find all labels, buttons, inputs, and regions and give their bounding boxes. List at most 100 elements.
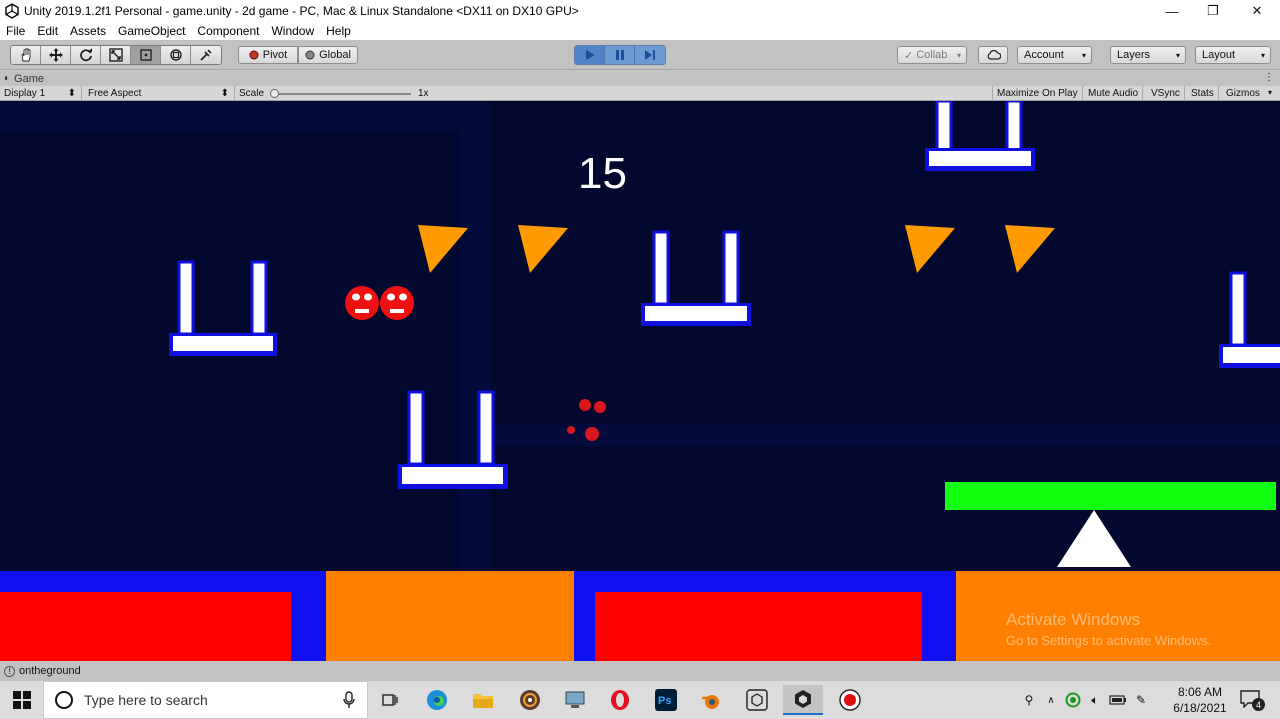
- account-dropdown[interactable]: Account ▾: [1017, 46, 1092, 64]
- clock[interactable]: 8:06 AM 6/18/2021: [1168, 684, 1232, 716]
- battery-icon[interactable]: [1109, 695, 1127, 705]
- task-view-button[interactable]: [370, 685, 410, 715]
- scale-tool-button[interactable]: [101, 46, 131, 64]
- task-view-icon: [382, 694, 398, 706]
- rect-transform-icon: [139, 49, 152, 61]
- collab-dropdown[interactable]: ✓ Collab ▾: [897, 46, 967, 64]
- tab-menu-icon[interactable]: ⋮: [1264, 72, 1274, 83]
- recorder-app[interactable]: [830, 685, 870, 715]
- chevron-up-icon[interactable]: ∧: [1040, 695, 1062, 706]
- menu-assets[interactable]: Assets: [64, 24, 112, 38]
- play-controls: [574, 45, 666, 65]
- hand-icon: [21, 48, 30, 62]
- menu-bar: File Edit Assets GameObject Component Wi…: [0, 22, 1280, 40]
- unity-icon: [795, 690, 811, 708]
- chevron-updown-icon: ⬍: [67, 88, 76, 99]
- opera-app[interactable]: [600, 685, 640, 715]
- display-dropdown[interactable]: Display 1 ⬍: [0, 86, 82, 101]
- step-button[interactable]: [635, 46, 665, 64]
- unity-app[interactable]: [783, 685, 823, 715]
- move-tool-button[interactable]: [41, 46, 71, 64]
- microphone-icon[interactable]: [343, 691, 355, 709]
- start-button[interactable]: [2, 685, 42, 715]
- transform-all-tool-button[interactable]: [161, 46, 191, 64]
- blender-app[interactable]: [691, 685, 731, 715]
- pause-button[interactable]: [605, 46, 635, 64]
- maximize-on-play-toggle[interactable]: Maximize On Play: [992, 86, 1083, 101]
- console-message[interactable]: ontheground: [19, 665, 81, 677]
- window-title: Unity 2019.1.2f1 Personal - game.unity -…: [24, 4, 579, 18]
- tab-game[interactable]: ◐ Game: [4, 71, 44, 86]
- folder-icon: [473, 694, 493, 708]
- edge-icon: [427, 690, 447, 710]
- close-button[interactable]: ✕: [1234, 0, 1280, 22]
- chevron-down-icon: ▾: [956, 51, 961, 60]
- menu-edit[interactable]: Edit: [31, 24, 64, 38]
- scale-slider-handle[interactable]: [270, 89, 279, 98]
- menu-window[interactable]: Window: [265, 24, 320, 38]
- game-view[interactable]: 15 Activate Windows Go to Settings to ac…: [0, 101, 1280, 661]
- notification-badge: 4: [1252, 698, 1265, 711]
- mute-audio-toggle[interactable]: Mute Audio: [1084, 86, 1144, 101]
- maximize-button[interactable]: ❐: [1190, 0, 1236, 22]
- clock-date: 6/18/2021: [1173, 701, 1227, 715]
- scale-icon: [108, 48, 123, 62]
- vsync-toggle[interactable]: VSync: [1147, 86, 1185, 101]
- window-title-bar: Unity 2019.1.2f1 Personal - game.unity -…: [0, 0, 1280, 22]
- chevron-updown-icon: ⬍: [220, 88, 229, 99]
- menu-help[interactable]: Help: [320, 24, 357, 38]
- photoshop-app[interactable]: Ps: [646, 685, 686, 715]
- check-icon: ✓: [904, 49, 914, 62]
- scale-slider-track[interactable]: [271, 93, 411, 95]
- pen-icon[interactable]: ✎: [1130, 693, 1152, 707]
- menu-gameobject[interactable]: GameObject: [112, 24, 191, 38]
- stats-toggle[interactable]: Stats: [1187, 86, 1219, 101]
- layers-dropdown[interactable]: Layers ▾: [1110, 46, 1186, 64]
- file-explorer-app[interactable]: [463, 685, 503, 715]
- action-center-button[interactable]: 4: [1240, 690, 1265, 711]
- goal-bar: [945, 482, 1276, 510]
- scale-control: Scale 1x: [235, 86, 435, 101]
- main-toolbar: Pivot Global ✓ Collab ▾ Account ▾ Layers…: [0, 40, 1280, 70]
- taskbar-search[interactable]: Type here to search: [43, 681, 368, 719]
- cloud-button[interactable]: [978, 46, 1008, 64]
- people-icon[interactable]: ⚲: [1018, 693, 1040, 707]
- system-tray: ⚲ ∧ 🔈︎ ✎: [1018, 681, 1152, 719]
- global-toggle-button[interactable]: Global: [298, 46, 358, 64]
- play-button[interactable]: [575, 46, 605, 64]
- svg-text:Ps: Ps: [658, 695, 671, 707]
- rotate-icon: [79, 48, 92, 62]
- rect-tool-button[interactable]: [131, 46, 161, 64]
- aspect-label: Free Aspect: [88, 88, 142, 99]
- game-scene: [0, 101, 1280, 661]
- menu-file[interactable]: File: [0, 24, 31, 38]
- cloud-icon: [987, 50, 1001, 60]
- wrench-icon: [200, 49, 212, 61]
- display-label: Display 1: [4, 88, 46, 99]
- enemy: [345, 286, 379, 320]
- minimize-button[interactable]: —: [1149, 0, 1195, 22]
- chevron-down-icon: ▾: [1081, 51, 1086, 60]
- game-view-icon: ◐: [4, 73, 11, 84]
- status-circle-icon[interactable]: [1065, 692, 1081, 708]
- gizmos-toggle[interactable]: Gizmos: [1222, 86, 1264, 101]
- windows-taskbar: Type here to search Ps ⚲ ∧ 🔈︎ ✎ 8:06 AM …: [0, 681, 1280, 719]
- menu-component[interactable]: Component: [191, 24, 265, 38]
- layout-dropdown[interactable]: Layout ▾: [1195, 46, 1271, 64]
- computer-app[interactable]: [555, 685, 595, 715]
- unity-hub-icon: [746, 689, 768, 711]
- pivot-toggle-button[interactable]: Pivot: [238, 46, 298, 64]
- volume-icon[interactable]: 🔈︎: [1084, 693, 1106, 708]
- custom-tool-button[interactable]: [191, 46, 221, 64]
- rotate-tool-button[interactable]: [71, 46, 101, 64]
- pause-icon: [615, 50, 624, 60]
- background-strip: [490, 424, 1280, 446]
- hand-tool-button[interactable]: [11, 46, 41, 64]
- photoshop-icon: Ps: [655, 689, 677, 711]
- unity-hub-app[interactable]: [737, 685, 777, 715]
- aspect-dropdown[interactable]: Free Aspect ⬍: [84, 86, 235, 101]
- edge-app[interactable]: [417, 685, 457, 715]
- media-player-icon: [520, 690, 540, 710]
- media-app[interactable]: [510, 685, 550, 715]
- transform-tools: [10, 45, 222, 65]
